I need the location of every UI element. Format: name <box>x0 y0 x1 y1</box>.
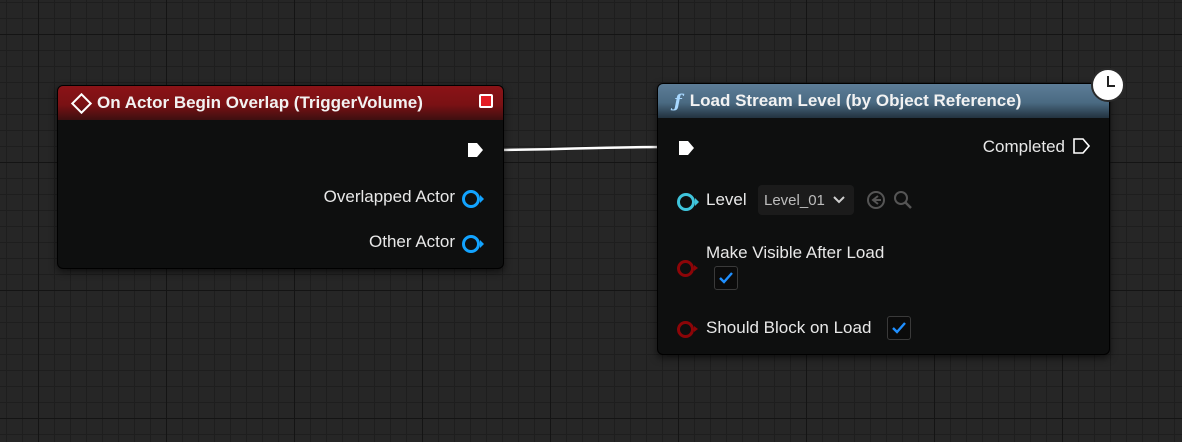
overlapped-actor-pin-icon[interactable] <box>462 190 484 208</box>
make-visible-pin-icon[interactable] <box>677 260 698 277</box>
checkmark-icon <box>892 322 906 334</box>
function-node-load-stream-level[interactable]: ƒ Load Stream Level (by Object Reference… <box>657 68 1125 355</box>
completed-label: Completed <box>982 137 1065 156</box>
level-dropdown[interactable]: Level_01 <box>758 185 854 215</box>
clock-icon <box>1091 68 1125 102</box>
other-actor-label: Other Actor <box>369 232 455 251</box>
function-node-title: Load Stream Level (by Object Reference) <box>689 91 1022 110</box>
event-node-header[interactable]: On Actor Begin Overlap (TriggerVolume) <box>58 86 503 120</box>
checkmark-icon <box>719 272 733 284</box>
level-dropdown-value: Level_01 <box>764 191 825 209</box>
exec-input-pin-icon[interactable] <box>677 139 695 157</box>
level-pin-icon[interactable] <box>677 193 699 211</box>
delegate-pin-icon[interactable] <box>479 94 493 108</box>
block-on-load-pin-icon[interactable] <box>677 321 698 338</box>
function-node-header[interactable]: ƒ Load Stream Level (by Object Reference… <box>658 84 1109 118</box>
function-icon: ƒ <box>674 90 682 112</box>
event-diamond-icon <box>70 92 93 114</box>
block-on-load-checkbox[interactable] <box>887 316 911 340</box>
exec-output-pin-icon[interactable] <box>466 141 484 159</box>
event-node-title: On Actor Begin Overlap (TriggerVolume) <box>97 93 423 112</box>
other-actor-pin-icon[interactable] <box>462 235 484 253</box>
overlapped-actor-label: Overlapped Actor <box>323 187 455 206</box>
make-visible-checkbox[interactable] <box>714 266 738 290</box>
block-on-load-label: Should Block on Load <box>706 318 872 337</box>
completed-exec-pin-icon[interactable] <box>1072 137 1090 155</box>
chevron-down-icon <box>833 196 845 204</box>
event-node-on-actor-begin-overlap[interactable]: On Actor Begin Overlap (TriggerVolume) O… <box>57 85 504 269</box>
make-visible-label: Make Visible After Load <box>706 243 885 262</box>
level-label: Level <box>706 190 747 209</box>
browse-asset-search-icon[interactable] <box>893 190 913 210</box>
use-selected-asset-icon[interactable] <box>866 190 886 210</box>
